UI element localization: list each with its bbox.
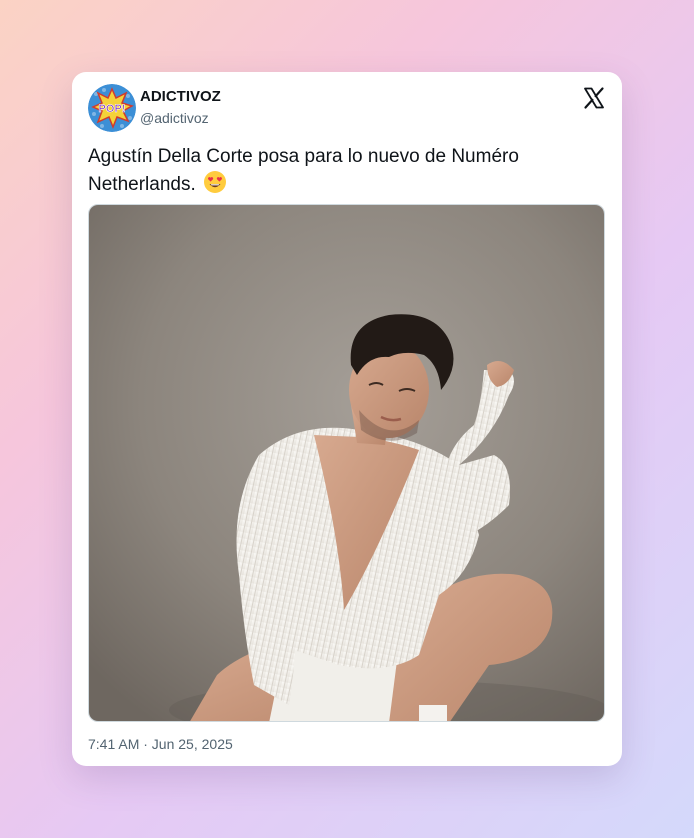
user-handle[interactable]: @adictivoz — [140, 108, 221, 128]
avatar[interactable]: POP! — [88, 84, 136, 132]
author-names: ADICTIVOZ @adictivoz — [140, 88, 221, 128]
tweet-photo[interactable] — [88, 204, 605, 722]
tweet-header: POP! ADICTIVOZ @adictivoz — [88, 84, 606, 134]
smiling-face-with-heart-eyes-icon — [203, 170, 227, 194]
display-name[interactable]: ADICTIVOZ — [140, 88, 221, 106]
avatar-logo-text: POP! — [99, 103, 126, 115]
timestamp[interactable]: 7:41 AM · Jun 25, 2025 — [88, 734, 233, 754]
tweet-card: POP! ADICTIVOZ @adictivoz Agustín Della … — [72, 72, 622, 766]
tweet-text-body: Agustín Della Corte posa para lo nuevo d… — [88, 146, 519, 195]
x-logo-icon[interactable] — [582, 86, 606, 110]
tweet-text: Agustín Della Corte posa para lo nuevo d… — [88, 144, 588, 198]
